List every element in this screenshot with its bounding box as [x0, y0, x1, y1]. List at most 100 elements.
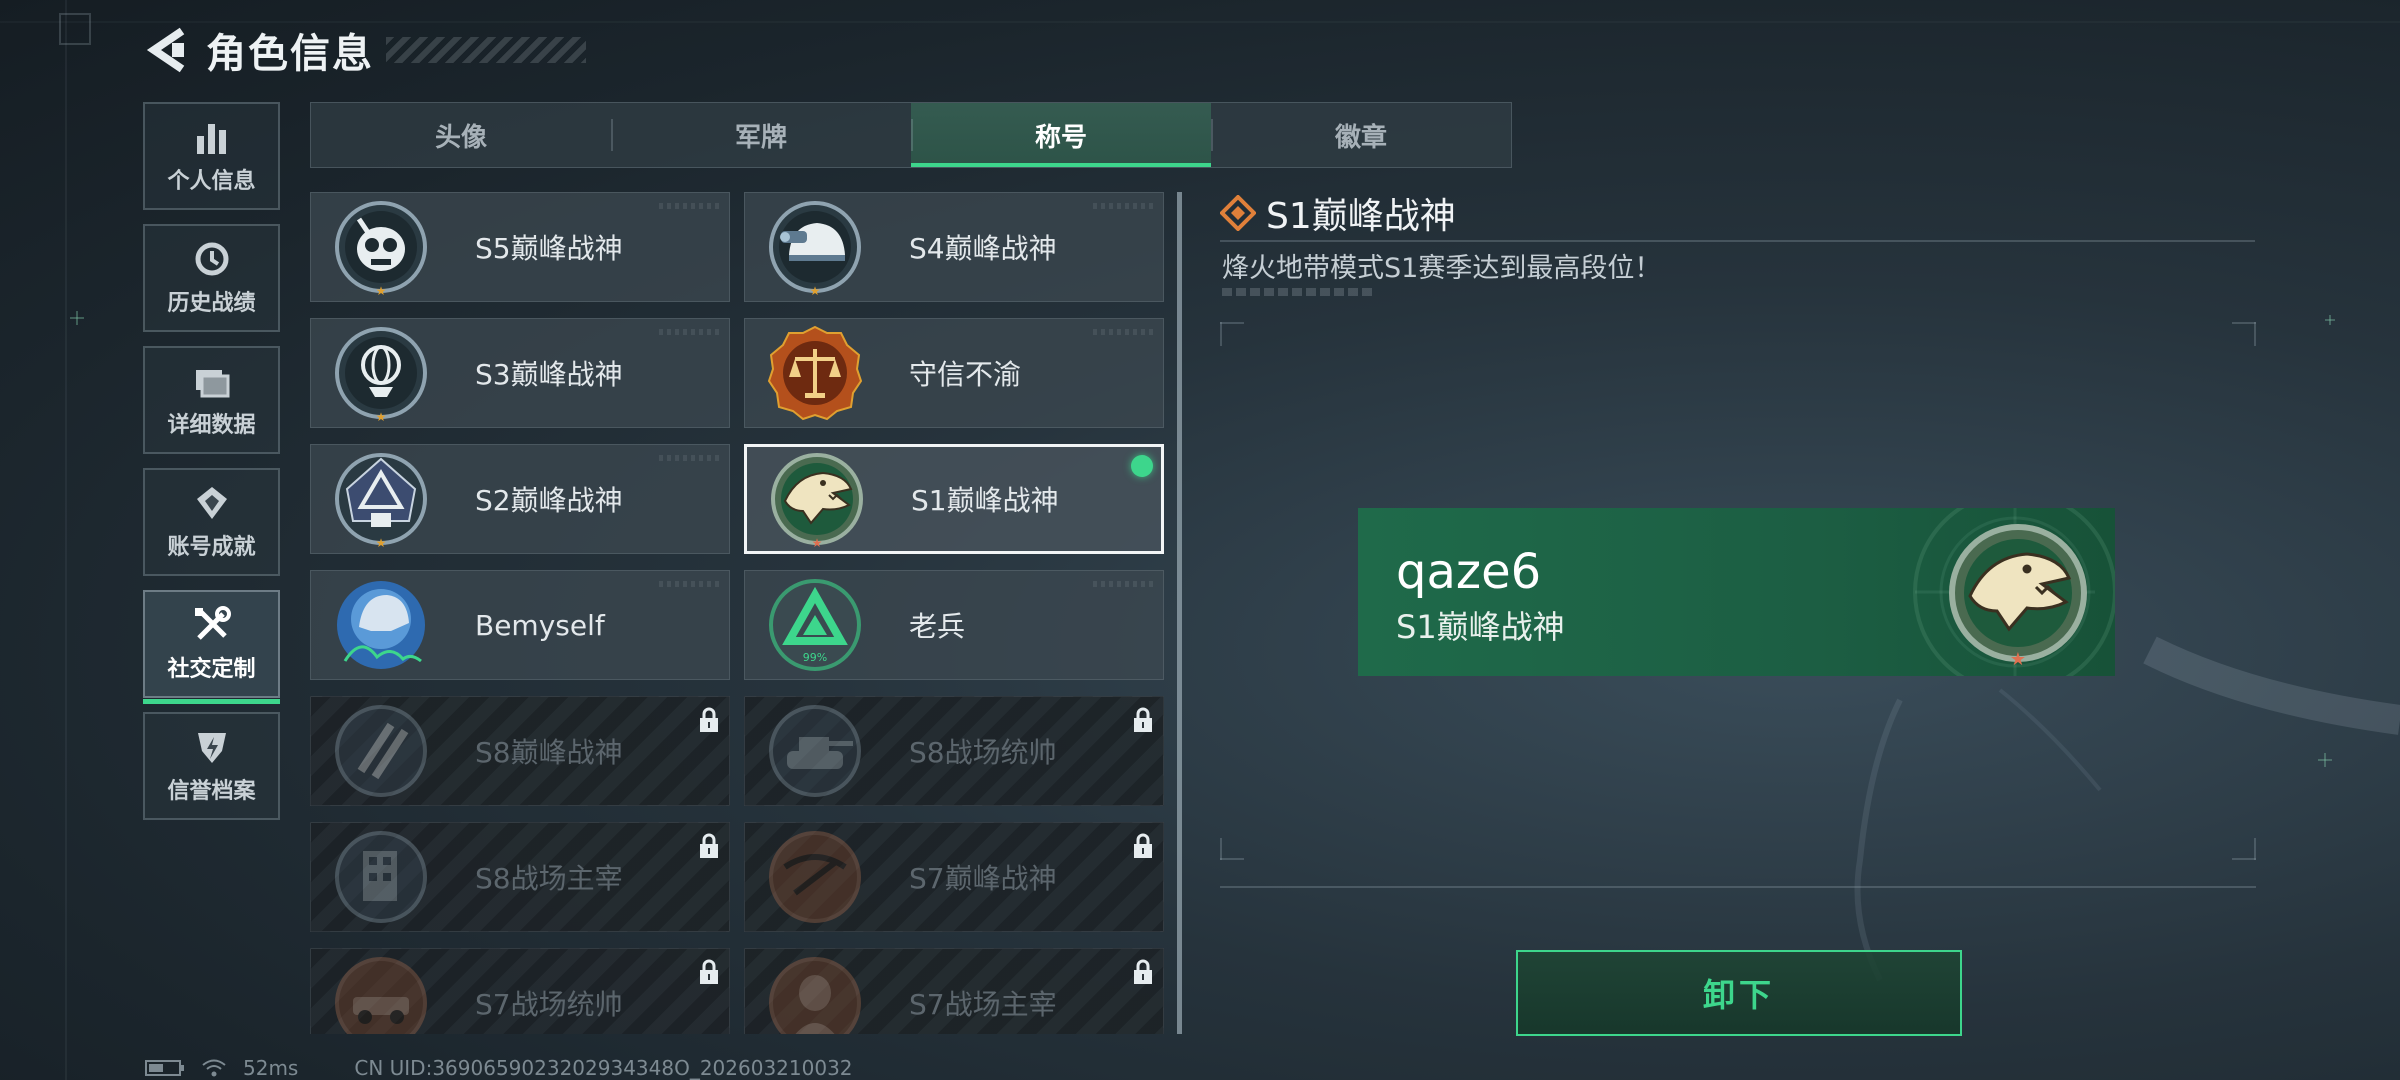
tab-title[interactable]: 称号: [911, 103, 1211, 167]
folder-icon: [192, 361, 232, 401]
lock-icon: [700, 959, 718, 984]
title-label: S7巅峰战神: [909, 862, 1057, 895]
frame-corner: [2254, 838, 2256, 860]
unequip-button[interactable]: 卸下: [1516, 950, 1962, 1036]
bar-chart-icon: [192, 117, 232, 157]
detail-header: S1巅峰战神: [1220, 186, 2255, 242]
lock-icon: [700, 833, 718, 858]
title-label: 守信不渝: [909, 358, 1022, 391]
title-label: S5巅峰战神: [475, 232, 623, 265]
frame-corner: [1220, 858, 1244, 860]
wrench-screwdriver-icon: [192, 605, 232, 645]
divider: [1220, 886, 2256, 888]
tank-emblem: [769, 705, 861, 797]
nav-label: 个人信息: [167, 169, 256, 194]
history-clock-icon: [192, 239, 232, 279]
skull-mask-emblem: ★: [335, 201, 427, 297]
tab-dogtag[interactable]: 军牌: [611, 103, 911, 167]
back-button[interactable]: [140, 22, 192, 78]
frame-corner: [2254, 322, 2256, 346]
category-tabs: 头像 军牌 称号 徽章: [310, 102, 1512, 168]
nav-item-history[interactable]: 历史战绩: [143, 224, 280, 332]
frame-corner: [1220, 322, 1222, 346]
page-title: 角色信息: [206, 31, 374, 77]
title-label: 老兵: [909, 610, 966, 643]
nav-label: 信誉档案: [167, 779, 256, 804]
scroll-thumb[interactable]: [1177, 192, 1182, 1034]
achievement-icon: [192, 483, 232, 523]
title-card-locked[interactable]: S7战场主宰: [744, 948, 1164, 1034]
slash-emblem: [335, 705, 427, 797]
veteran-triangle-emblem: 99%: [769, 579, 861, 671]
title-card-locked[interactable]: S8战场主宰: [310, 822, 730, 932]
crocodile-emblem: ★: [771, 453, 863, 549]
lock-icon: [1134, 707, 1152, 732]
scales-emblem: [767, 325, 863, 421]
signature-helmet-emblem: [337, 581, 425, 669]
nav-item-achievements[interactable]: 账号成就: [143, 468, 280, 576]
card-decoration: [1093, 581, 1153, 587]
veteran-percent: 99%: [803, 651, 827, 664]
credit-shield-icon: [192, 727, 232, 767]
nav-label: 账号成就: [167, 535, 256, 560]
card-decoration: [659, 203, 719, 209]
tab-avatar[interactable]: 头像: [311, 103, 611, 167]
wifi-icon: [201, 1058, 227, 1078]
detail-title: S1巅峰战神: [1266, 196, 1456, 237]
title-list-scrollbar[interactable]: [1177, 192, 1182, 1034]
title-preview-card: qaze6 S1巅峰战神 ★: [1358, 508, 2115, 676]
preview-title-label: S1巅峰战神: [1396, 608, 1565, 646]
title-label: S8战场统帅: [909, 736, 1057, 769]
title-card[interactable]: ★ S4巅峰战神: [744, 192, 1164, 302]
title-card-locked[interactable]: S8战场统帅: [744, 696, 1164, 806]
title-card[interactable]: ★ S3巅峰战神: [310, 318, 730, 428]
nav-item-social-custom[interactable]: 社交定制: [143, 590, 280, 704]
nav-item-credit-profile[interactable]: 信誉档案: [143, 712, 280, 820]
svg-text:★: ★: [810, 284, 821, 297]
title-label: S4巅峰战神: [909, 232, 1057, 265]
title-card[interactable]: 99% 老兵: [744, 570, 1164, 680]
back-arrow-icon: [146, 27, 185, 73]
title-card-selected[interactable]: ★ S1巅峰战神: [744, 444, 1164, 554]
title-card-locked[interactable]: S7战场统帅: [310, 948, 730, 1034]
card-decoration: [659, 581, 719, 587]
title-label: Bemyself: [475, 608, 605, 642]
player-name: qaze6: [1396, 544, 1542, 600]
title-label: S8巅峰战神: [475, 736, 623, 769]
title-card[interactable]: ★ S2巅峰战神: [310, 444, 730, 554]
crocodile-emblem: ★: [1949, 524, 2087, 668]
building-emblem: [335, 831, 427, 923]
equipped-indicator: [1131, 455, 1153, 477]
title-grid: ★ S5巅峰战神 ★ S4巅峰战神 ★ S3巅峰战神 守信不渝 ★ S2巅峰战神…: [310, 192, 1450, 1034]
unequip-label: 卸下: [1702, 976, 1775, 1014]
lock-icon: [700, 707, 718, 732]
uid-readout: CN UID:3690659023202934348O_202603210032: [354, 1056, 853, 1080]
card-decoration: [1093, 203, 1153, 209]
title-label: S2巅峰战神: [475, 484, 623, 517]
card-decoration: [1093, 329, 1153, 335]
nav-item-personal-info[interactable]: 个人信息: [143, 102, 280, 210]
svg-text:★: ★: [376, 410, 387, 423]
title-label: S1巅峰战神: [911, 484, 1059, 517]
diamond-icon: [1220, 195, 1256, 231]
nav-item-detail-data[interactable]: 详细数据: [143, 346, 280, 454]
frame-corner: [1220, 838, 1222, 860]
tab-badge[interactable]: 徽章: [1211, 103, 1511, 167]
frame-corner: [2232, 858, 2256, 860]
globe-trophy-emblem: ★: [335, 327, 427, 423]
ping-readout: 52ms: [243, 1056, 299, 1080]
title-card[interactable]: 守信不渝: [744, 318, 1164, 428]
title-card[interactable]: ★ S5巅峰战神: [310, 192, 730, 302]
svg-text:★: ★: [376, 284, 387, 297]
nav-label: 详细数据: [167, 413, 256, 438]
detail-description: 烽火地带模式S1赛季达到最高段位！: [1222, 253, 1662, 284]
page-header: 角色信息: [140, 22, 586, 78]
night-vision-helmet-emblem: ★: [769, 201, 861, 297]
side-navigation: 个人信息 历史战绩 详细数据 账号成就 社交定制 信誉档案: [143, 102, 280, 834]
title-label: S7战场统帅: [475, 988, 623, 1021]
title-card-locked[interactable]: S7巅峰战神: [744, 822, 1164, 932]
title-card-locked[interactable]: S8巅峰战神: [310, 696, 730, 806]
svg-text:★: ★: [376, 536, 387, 549]
title-label: S3巅峰战神: [475, 358, 623, 391]
title-card[interactable]: Bemyself: [310, 570, 730, 680]
